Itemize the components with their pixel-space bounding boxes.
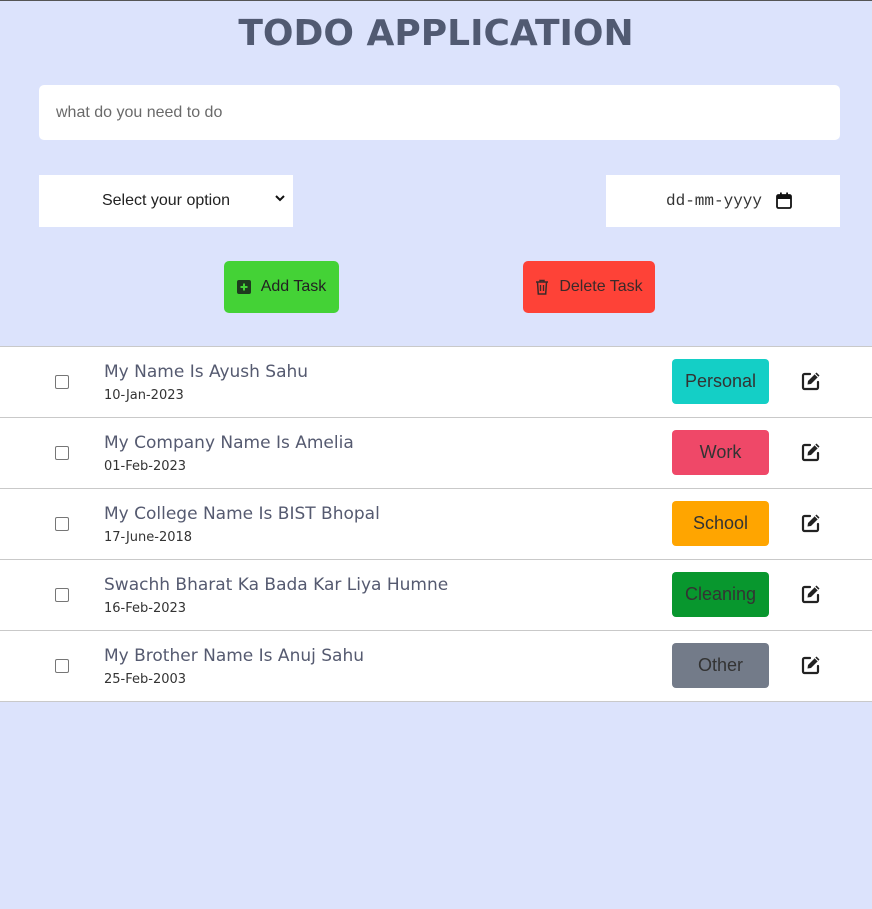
task-checkbox[interactable] (55, 517, 69, 531)
task-name: My College Name Is BIST Bhopal (104, 504, 380, 524)
task-name: My Company Name Is Amelia (104, 433, 354, 453)
task-row: My Brother Name Is Anuj Sahu 25-Feb-2003… (0, 630, 872, 702)
calendar-icon[interactable] (776, 192, 792, 209)
task-row: Swachh Bharat Ka Bada Kar Liya Humne 16-… (0, 559, 872, 630)
task-checkbox[interactable] (55, 659, 69, 673)
edit-icon[interactable] (801, 584, 821, 604)
edit-icon[interactable] (801, 655, 821, 675)
delete-task-label: Delete Task (559, 278, 643, 295)
task-date: 17-June-2018 (104, 530, 193, 545)
category-badge: Personal (672, 359, 769, 404)
task-input-placeholder: what do you need to do (56, 103, 223, 121)
task-name: Swachh Bharat Ka Bada Kar Liya Humne (104, 575, 449, 595)
delete-task-button[interactable]: Delete Task (523, 261, 655, 313)
chevron-down-icon (275, 195, 285, 202)
task-date: 16-Feb-2023 (104, 601, 187, 616)
edit-icon[interactable] (801, 513, 821, 533)
task-input[interactable]: what do you need to do (39, 85, 840, 140)
task-row: My College Name Is BIST Bhopal 17-June-2… (0, 488, 872, 559)
trash-icon (536, 279, 549, 295)
task-name: My Name Is Ayush Sahu (104, 362, 309, 382)
edit-icon[interactable] (801, 371, 821, 391)
category-badge: Work (672, 430, 769, 475)
category-badge: School (672, 501, 769, 546)
task-row: My Company Name Is Amelia 01-Feb-2023 Wo… (0, 417, 872, 488)
task-name: My Brother Name Is Anuj Sahu (104, 646, 364, 666)
task-date: 10-Jan-2023 (104, 388, 184, 403)
task-checkbox[interactable] (55, 375, 69, 389)
task-list: My Name Is Ayush Sahu 10-Jan-2023 Person… (0, 346, 872, 702)
task-checkbox[interactable] (55, 446, 69, 460)
category-select-value: Select your option (101, 192, 231, 209)
page-title: TODO APPLICATION (238, 13, 634, 54)
task-row: My Name Is Ayush Sahu 10-Jan-2023 Person… (0, 346, 872, 417)
category-badge: Cleaning (672, 572, 769, 617)
edit-icon[interactable] (801, 442, 821, 462)
add-task-label: Add Task (260, 278, 327, 295)
task-checkbox[interactable] (55, 588, 69, 602)
task-date: 25-Feb-2003 (104, 672, 187, 687)
category-select[interactable]: Select your option (39, 175, 293, 227)
add-task-button[interactable]: Add Task (224, 261, 339, 313)
plus-square-icon (236, 280, 251, 294)
date-input-placeholder: dd-mm-yyyy (665, 192, 762, 210)
date-input[interactable]: dd-mm-yyyy (606, 175, 840, 227)
task-date: 01-Feb-2023 (104, 459, 187, 474)
category-badge: Other (672, 643, 769, 688)
